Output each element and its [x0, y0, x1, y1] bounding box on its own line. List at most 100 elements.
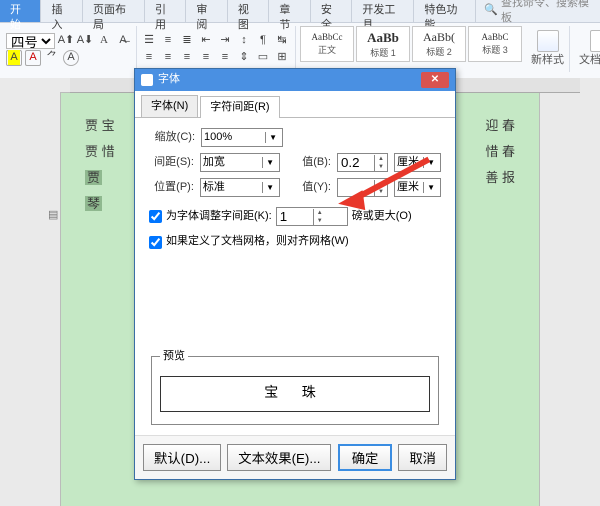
selected-text: 琴 [85, 196, 102, 211]
kerning-spinner[interactable]: ▲▼ [276, 207, 348, 226]
spacing-by-label: 值(B): [286, 155, 331, 170]
dialog-titlebar[interactable]: 字体 ✕ [135, 69, 455, 91]
chevron-down-icon: ▼ [423, 182, 438, 193]
text-run: 迎 春 [485, 113, 515, 139]
kerning-label: 为字体调整字间距(K): [166, 209, 272, 224]
text-run: 贾 宝 [85, 118, 115, 133]
ok-button[interactable]: 确定 [338, 444, 393, 471]
dialog-icon [141, 74, 153, 86]
change-case-button[interactable]: A [96, 33, 112, 49]
search-icon: 🔍 [484, 3, 498, 18]
spinner-arrows[interactable]: ▲▼ [374, 155, 387, 171]
dialog-buttons: 默认(D)... 文本效果(E)... 确定 取消 [135, 435, 455, 479]
new-style-icon [537, 30, 559, 52]
position-value: 标准 [203, 180, 225, 195]
text-effects-button[interactable]: 文本效果(E)... [227, 444, 331, 471]
cancel-button[interactable]: 取消 [398, 444, 447, 471]
kerning-row: 为字体调整字间距(K): ▲▼ 磅或更大(O) [149, 207, 441, 226]
paragraph-group: ☰ ≡ ≣ ⇤ ⇥ ↕ ¶ ↹ ≡ ≡ ≡ ≡ ≡ ⇕ ▭ ⊞ [141, 26, 296, 72]
chevron-down-icon: ▼ [265, 132, 280, 143]
dialog-body: 缩放(C): 100%▼ 间距(S): 加宽▼ 值(B): ▲▼ 厘米▼ 位置(… [135, 118, 455, 435]
preview-fieldset: 预览 宝 珠 [151, 349, 439, 425]
tab-reference[interactable]: 引用 [145, 0, 186, 22]
snap-label: 如果定义了文档网格，则对齐网格(W) [166, 234, 349, 249]
spacing-dropdown[interactable]: 加宽▼ [200, 153, 280, 172]
font-size-select[interactable]: 四号 [6, 33, 55, 49]
align-left-button[interactable]: ≡ [141, 50, 157, 66]
enclose-char-button[interactable]: A [63, 50, 79, 66]
preview-legend: 预览 [160, 349, 188, 364]
tab-section[interactable]: 章节 [269, 0, 310, 22]
position-label: 位置(P): [149, 180, 194, 195]
tab-insert[interactable]: 插入 [41, 0, 82, 22]
tab-start[interactable]: 开始 [0, 0, 41, 22]
kerning-after-label: 磅或更大(O) [352, 209, 412, 224]
tab-dev[interactable]: 开发工具 [352, 0, 414, 22]
search-box[interactable]: 🔍查找命令、搜索模板 [476, 0, 600, 22]
spacing-by-spinner[interactable]: ▲▼ [337, 153, 388, 172]
new-style-label: 新样式 [531, 53, 564, 68]
style-normal[interactable]: AaBbCc正文 [300, 26, 354, 62]
bullets-button[interactable]: ☰ [141, 33, 157, 49]
search-placeholder: 查找命令、搜索模板 [501, 0, 592, 26]
text-run: 惜 春 [485, 139, 515, 165]
tab-safety[interactable]: 安全 [311, 0, 352, 22]
show-marks-button[interactable]: ¶ [255, 33, 271, 49]
multilevel-button[interactable]: ≣ [179, 33, 195, 49]
position-by-label: 值(Y): [286, 180, 331, 195]
borders-button[interactable]: ⊞ [274, 50, 290, 66]
numbering-button[interactable]: ≡ [160, 33, 176, 49]
spacing-label: 间距(S): [149, 155, 194, 170]
scale-dropdown[interactable]: 100% ▼ [201, 128, 283, 147]
spacing-by-input[interactable] [338, 155, 374, 170]
shrink-font-button[interactable]: A⬇ [77, 33, 93, 49]
kerning-input[interactable] [277, 209, 313, 224]
font-color-button[interactable]: A [25, 50, 41, 66]
spacing-value: 加宽 [203, 155, 225, 170]
sort-button[interactable]: ↕ [236, 33, 252, 49]
line-spacing-button[interactable]: ⇕ [236, 50, 252, 66]
justify-button[interactable]: ≡ [198, 50, 214, 66]
selected-text: 贾 [85, 170, 102, 185]
clear-format-button[interactable]: A̶ [115, 33, 131, 49]
align-center-button[interactable]: ≡ [160, 50, 176, 66]
position-unit-value: 厘米 [397, 180, 419, 195]
dialog-tabs: 字体(N) 字符间距(R) [135, 91, 455, 118]
position-dropdown[interactable]: 标准 ▼ [200, 178, 280, 197]
default-button[interactable]: 默认(D)... [143, 444, 221, 471]
style-heading1[interactable]: AaBb标题 1 [356, 26, 410, 62]
tab-char-spacing[interactable]: 字符间距(R) [200, 96, 279, 118]
spinner-arrows[interactable]: ▲▼ [313, 209, 326, 225]
position-unit-dropdown[interactable]: 厘米 ▼ [394, 178, 441, 197]
grow-font-button[interactable]: A⬆ [58, 33, 74, 49]
styles-gallery[interactable]: AaBbCc正文 AaBb标题 1 AaBb(标题 2 AaBbC标题 3 [300, 26, 522, 62]
doc-tool-group[interactable]: 文档助手 [574, 26, 600, 72]
tab-view[interactable]: 视图 [228, 0, 269, 22]
distribute-button[interactable]: ≡ [217, 50, 233, 66]
kerning-checkbox[interactable] [149, 210, 162, 223]
chevron-down-icon: ▼ [262, 182, 277, 193]
ribbon-tabs: 开始 插入 页面布局 引用 审阅 视图 章节 安全 开发工具 特色功能 🔍查找命… [0, 0, 600, 23]
doc-tool-label: 文档助手 [579, 53, 600, 68]
shading-button[interactable]: ▭ [255, 50, 271, 66]
style-heading2[interactable]: AaBb(标题 2 [412, 26, 466, 62]
preview-box: 宝 珠 [160, 376, 430, 412]
tab-layout[interactable]: 页面布局 [83, 0, 145, 22]
tab-font-n[interactable]: 字体(N) [141, 95, 198, 117]
margin-marker-icon: ▤ [48, 208, 58, 223]
tab-special[interactable]: 特色功能 [414, 0, 476, 22]
annotation-arrow-head [337, 190, 366, 213]
snap-checkbox[interactable] [149, 236, 162, 249]
tab-review[interactable]: 审阅 [186, 0, 227, 22]
tabs-button[interactable]: ↹ [274, 33, 290, 49]
scale-value: 100% [204, 130, 232, 145]
decrease-indent-button[interactable]: ⇤ [198, 33, 214, 49]
pinyin-button[interactable]: ⺈ [44, 50, 60, 66]
new-style-group[interactable]: 新样式 [526, 26, 570, 72]
text-run: 善 报 [485, 165, 515, 191]
align-right-button[interactable]: ≡ [179, 50, 195, 66]
highlight-button[interactable]: A [6, 50, 22, 66]
style-heading3[interactable]: AaBbC标题 3 [468, 26, 522, 62]
increase-indent-button[interactable]: ⇥ [217, 33, 233, 49]
close-button[interactable]: ✕ [421, 72, 449, 88]
